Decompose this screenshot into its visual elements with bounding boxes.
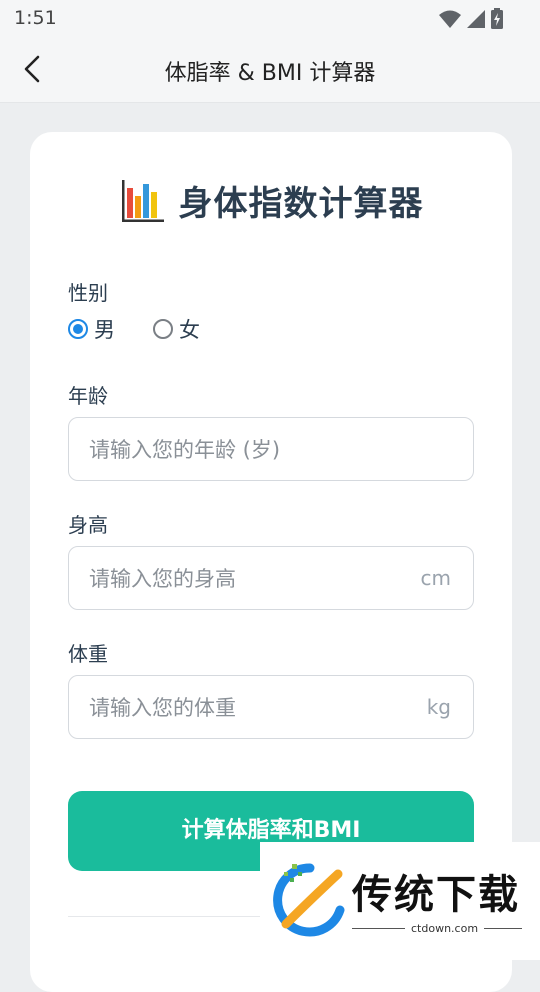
- height-label: 身高: [68, 513, 108, 537]
- app-title: 体脂率 & BMI 计算器: [164, 61, 376, 86]
- gender-option-female[interactable]: 女: [153, 314, 200, 344]
- status-bar: 1:51: [0, 0, 540, 36]
- wifi-icon: [439, 10, 461, 28]
- app-bar: 体脂率 & BMI 计算器: [0, 36, 540, 103]
- height-field: cm: [68, 546, 474, 611]
- watermark-overlay: 传统下载 ctdown.com: [260, 842, 540, 960]
- gender-radio-group: 男 女: [68, 314, 238, 344]
- weight-input[interactable]: [87, 676, 411, 740]
- gender-option-label: 女: [179, 318, 200, 342]
- battery-icon: [491, 8, 503, 29]
- weight-unit: kg: [426, 695, 451, 719]
- age-input[interactable]: [87, 418, 411, 482]
- height-input[interactable]: [87, 547, 411, 611]
- weight-field: kg: [68, 675, 474, 740]
- weight-label: 体重: [68, 642, 108, 666]
- watermark-url: ctdown.com: [405, 922, 485, 935]
- height-unit: cm: [420, 566, 451, 590]
- gender-label: 性别: [68, 281, 108, 305]
- age-label: 年龄: [68, 384, 108, 408]
- radio-checked-icon[interactable]: [68, 319, 88, 339]
- card-heading: 身体指数计算器: [30, 176, 512, 225]
- watermark-text: 传统下载: [352, 872, 520, 918]
- gender-option-label: 男: [94, 318, 115, 342]
- watermark-logo-icon: [273, 863, 345, 937]
- status-time: 1:51: [14, 7, 57, 29]
- age-field: [68, 417, 474, 482]
- bar-chart-icon: [121, 179, 164, 222]
- signal-icon: [467, 10, 485, 28]
- gender-option-male[interactable]: 男: [68, 314, 115, 344]
- card-title: 身体指数计算器: [178, 184, 424, 224]
- radio-unchecked-icon[interactable]: [153, 319, 173, 339]
- status-icons: [438, 8, 504, 30]
